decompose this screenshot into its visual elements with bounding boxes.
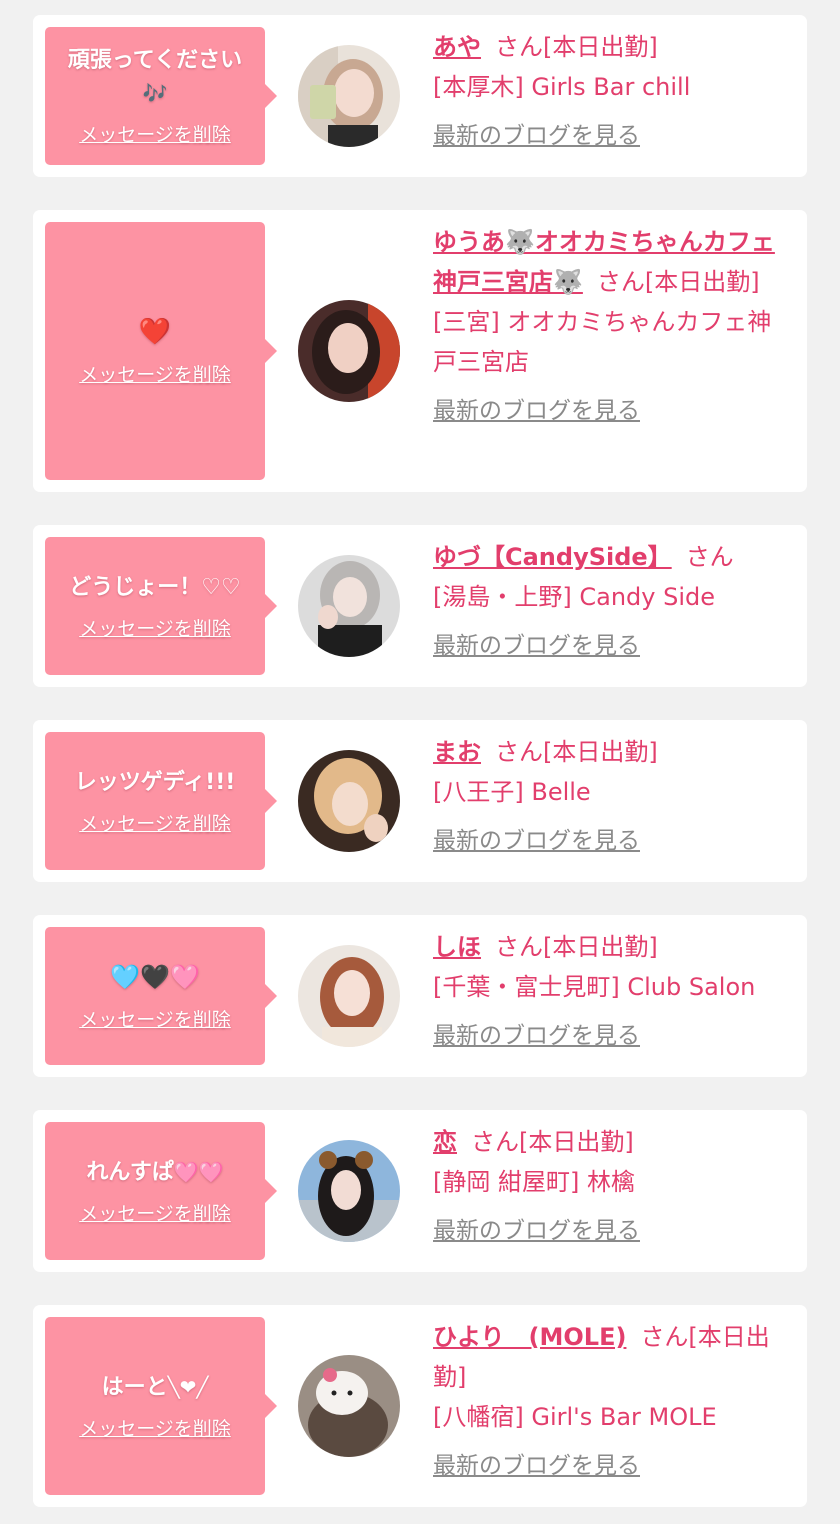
heart-emoji: ❤️ xyxy=(138,316,172,347)
message-text: どうじょー！♡♡ xyxy=(69,575,241,600)
cast-info: しほ さん[本日出勤] [千葉・富士見町] Club Salon 最新のブログを見… xyxy=(433,927,789,1053)
cast-info: 恋さん[本日出勤] [静岡 紺屋町] 林檎 最新のブログを見る xyxy=(433,1122,789,1248)
cast-info: ゆづ【CandySide】 さん [湯島・上野] Candy Side 最新のブロ… xyxy=(433,537,789,663)
delete-message-link[interactable]: メッセージを削除 xyxy=(79,809,231,836)
message-bubble: レッツゲディ!!! メッセージを削除 xyxy=(45,732,277,870)
status-text: さん[本日出勤] xyxy=(495,738,658,766)
message-text: はーと╲❤╱ xyxy=(101,1375,209,1400)
latest-blog-link[interactable]: 最新のブログを見る xyxy=(433,824,640,858)
cast-name-link[interactable]: ゆづ【CandySide】 xyxy=(433,543,672,571)
shop-text: [本厚木] Girls Bar chill xyxy=(433,73,691,101)
message-text: レッツゲディ!!! xyxy=(74,770,236,795)
delete-message-link[interactable]: メッセージを削除 xyxy=(79,614,231,641)
shop-text: [八王子] Belle xyxy=(433,778,591,806)
delete-message-link[interactable]: メッセージを削除 xyxy=(79,1005,231,1032)
favorite-card: はーと╲❤╱ メッセージを削除 ひより (MOLE) さん[本日出勤] [八幡宿]… xyxy=(33,1305,807,1507)
favorite-card: れんすぱ🩷🩷 メッセージを削除 恋さん[本日出勤] [静岡 紺屋町] 林檎 最新… xyxy=(33,1110,807,1272)
favorite-card: レッツゲディ!!! メッセージを削除 まお さん[本日出勤] [八王子] Bell… xyxy=(33,720,807,882)
status-text: さん[本日出勤] xyxy=(495,933,658,961)
cast-info: ゆうあ🐺オオカミちゃんカフェ神戸三宮店🐺 さん[本日出勤] [三宮] オオカミちゃ… xyxy=(433,222,789,428)
message-bubble: どうじょー！♡♡ メッセージを削除 xyxy=(45,537,277,675)
status-text: さん[本日出勤] xyxy=(495,33,658,61)
avatar[interactable] xyxy=(298,750,400,852)
message-bubble: 🩵🖤🩷 メッセージを削除 xyxy=(45,927,277,1065)
avatar[interactable] xyxy=(298,1355,400,1457)
favorite-card: どうじょー！♡♡ メッセージを削除 ゆづ【CandySide】 さん [湯島・上野… xyxy=(33,525,807,687)
latest-blog-link[interactable]: 最新のブログを見る xyxy=(433,394,640,428)
cast-name-link[interactable]: 恋 xyxy=(433,1128,457,1156)
cast-name-link[interactable]: しほ xyxy=(433,933,481,961)
message-text: ❤️ xyxy=(139,316,171,350)
delete-message-link[interactable]: メッセージを削除 xyxy=(79,1414,231,1441)
shop-text: [八幡宿] Girl's Bar MOLE xyxy=(433,1403,717,1431)
delete-message-link[interactable]: メッセージを削除 xyxy=(79,360,231,387)
status-text: さん[本日出勤] xyxy=(471,1128,634,1156)
delete-message-link[interactable]: メッセージを削除 xyxy=(79,120,231,147)
favorite-card: 頑張ってください 🎶 メッセージを削除 あや さん[本日出勤] [本厚木] Girl… xyxy=(33,15,807,177)
message-bubble: ❤️ メッセージを削除 xyxy=(45,222,277,480)
cast-name-link[interactable]: まお xyxy=(433,738,481,766)
heart-emoji: ╲❤╱ xyxy=(167,1375,209,1399)
message-text: れんすぱ🩷🩷 xyxy=(86,1160,224,1185)
shop-text: [千葉・富士見町] Club Salon xyxy=(433,973,756,1001)
latest-blog-link[interactable]: 最新のブログを見る xyxy=(433,1019,640,1053)
avatar[interactable] xyxy=(298,45,400,147)
avatar[interactable] xyxy=(298,945,400,1047)
latest-blog-link[interactable]: 最新のブログを見る xyxy=(433,629,640,663)
cast-name-link[interactable]: ひより (MOLE) xyxy=(433,1323,626,1351)
cast-info: ひより (MOLE) さん[本日出勤] [八幡宿] Girl's Bar MOLE… xyxy=(433,1317,789,1483)
latest-blog-link[interactable]: 最新のブログを見る xyxy=(433,1214,640,1248)
avatar[interactable] xyxy=(298,1140,400,1242)
avatar[interactable] xyxy=(298,555,400,657)
status-text: さん xyxy=(685,543,734,571)
pink-hearts-emoji: 🩷🩷 xyxy=(173,1160,224,1184)
message-text: 🩵🖤🩷 xyxy=(110,961,200,995)
avatar[interactable] xyxy=(298,300,400,402)
favorite-card: 🩵🖤🩷 メッセージを削除 しほ さん[本日出勤] [千葉・富士見町] Club S… xyxy=(33,915,807,1077)
message-bubble: れんすぱ🩷🩷 メッセージを削除 xyxy=(45,1122,277,1260)
message-bubble: はーと╲❤╱ メッセージを削除 xyxy=(45,1317,277,1495)
favorite-card: ❤️ メッセージを削除 ゆうあ🐺オオカミちゃんカフェ神戸三宮店🐺 さん[本日出勤]… xyxy=(33,210,807,492)
cast-info: まお さん[本日出勤] [八王子] Belle 最新のブログを見る xyxy=(433,732,789,858)
shop-text: [静岡 紺屋町] 林檎 xyxy=(433,1168,635,1196)
latest-blog-link[interactable]: 最新のブログを見る xyxy=(433,1449,640,1483)
cast-name-link[interactable]: あや xyxy=(433,33,481,61)
music-notes-emoji: 🎶 xyxy=(142,81,168,105)
message-text: 頑張ってください 🎶 xyxy=(67,48,243,105)
latest-blog-link[interactable]: 最新のブログを見る xyxy=(433,119,640,153)
shop-text: [三宮] オオカミちゃんカフェ神戸三宮店 xyxy=(433,308,772,376)
cast-info: あや さん[本日出勤] [本厚木] Girls Bar chill 最新のブログを… xyxy=(433,27,789,153)
shop-text: [湯島・上野] Candy Side xyxy=(433,583,715,611)
delete-message-link[interactable]: メッセージを削除 xyxy=(79,1199,231,1226)
hearts-emoji: 🩵🖤🩷 xyxy=(110,962,200,991)
status-text: さん[本日出勤] xyxy=(596,268,760,296)
message-bubble: 頑張ってください 🎶 メッセージを削除 xyxy=(45,27,277,165)
